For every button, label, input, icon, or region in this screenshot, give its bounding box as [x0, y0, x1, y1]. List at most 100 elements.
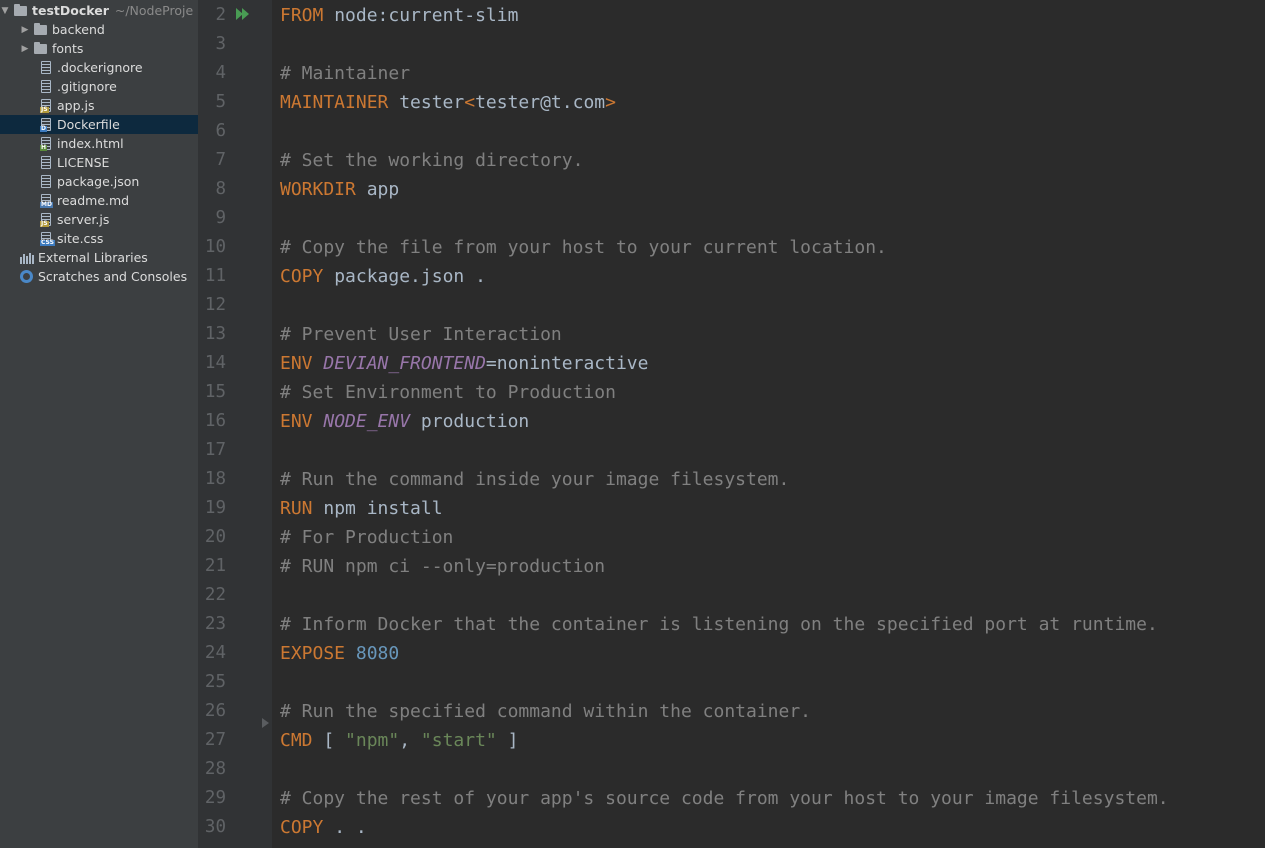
tree-item-app-js[interactable]: JS app.js: [0, 96, 198, 115]
code-line[interactable]: MAINTAINER tester<tester@t.com>: [280, 88, 616, 117]
scratches-icon: [20, 270, 33, 283]
tree-item-label: fonts: [52, 41, 84, 56]
line-number: 29: [204, 788, 226, 808]
code-line[interactable]: # Copy the rest of your app's source cod…: [280, 784, 1169, 813]
tree-item-site-css[interactable]: CSS site.css: [0, 229, 198, 248]
line-number: 6: [215, 121, 226, 141]
code-comment: # For Production: [280, 527, 454, 548]
tree-item-external-libraries[interactable]: External Libraries: [0, 248, 198, 267]
code-line[interactable]: EXPOSE 8080: [280, 639, 399, 668]
code-comment: # Run the specified command within the c…: [280, 701, 812, 722]
tree-item-label: backend: [52, 22, 105, 37]
code-line[interactable]: CMD [ "npm", "start" ]: [280, 726, 518, 755]
tree-item-dockerfile[interactable]: D Dockerfile: [0, 115, 198, 134]
file-icon: JS: [40, 99, 51, 113]
code-line[interactable]: # Run the command inside your image file…: [280, 465, 789, 494]
tree-item-fonts[interactable]: ▶ fonts: [0, 39, 198, 58]
code-comment: # Copy the rest of your app's source cod…: [280, 788, 1169, 809]
chevron-right-icon[interactable]: ▶: [20, 25, 30, 35]
tree-item-label: readme.md: [57, 193, 130, 208]
code-text: app: [355, 179, 400, 200]
line-number: 23: [204, 614, 226, 634]
library-icon: [20, 252, 34, 264]
line-number: 24: [204, 643, 226, 663]
code-line[interactable]: RUN npm install: [280, 494, 443, 523]
code-keyword: FROM: [280, 5, 324, 26]
tree-item-license[interactable]: LICENSE: [0, 153, 198, 172]
chevron-right-icon[interactable]: ▶: [20, 44, 30, 54]
file-type-badge: H: [40, 144, 48, 151]
line-number: 3: [215, 34, 226, 54]
code-line[interactable]: ENV DEVIAN_FRONTEND=noninteractive: [280, 349, 648, 378]
tree-item-label: Scratches and Consoles: [38, 269, 188, 284]
file-icon: [41, 175, 51, 188]
folder-icon: [14, 3, 27, 16]
code-text: tester@t.com: [475, 92, 606, 113]
tree-item-readme-md[interactable]: MD readme.md: [0, 191, 198, 210]
code-line[interactable]: # Prevent User Interaction: [280, 320, 562, 349]
project-name: testDocker: [32, 3, 109, 18]
line-number: 16: [204, 411, 226, 431]
file-icon: MD: [40, 194, 53, 208]
chevron-down-icon[interactable]: ▼: [0, 6, 10, 16]
code-line[interactable]: # Run the specified command within the c…: [280, 697, 811, 726]
code-line[interactable]: COPY package.json .: [280, 262, 486, 291]
line-number: 4: [215, 63, 226, 83]
code-env-variable: DEVIAN_FRONTEND: [323, 353, 486, 374]
tree-item-index-html[interactable]: Hindex.html: [0, 134, 198, 153]
tree-root-testdocker[interactable]: ▼ testDocker ~/NodeProje: [0, 1, 198, 20]
code-line[interactable]: # For Production: [280, 523, 453, 552]
line-number: 22: [204, 585, 226, 605]
line-number: 18: [204, 469, 226, 489]
code-line[interactable]: # Inform Docker that the container is li…: [280, 610, 1158, 639]
line-number: 9: [215, 208, 226, 228]
code-text: production: [410, 411, 530, 432]
code-keyword: ENV: [280, 353, 313, 374]
file-icon: JS: [40, 213, 51, 227]
code-line[interactable]: FROM node:current-slim: [280, 1, 518, 30]
code-line[interactable]: WORKDIR app: [280, 175, 399, 204]
code-keyword: ENV: [280, 411, 313, 432]
code-line[interactable]: # Copy the file from your host to your c…: [280, 233, 887, 262]
code-comment: # Set the working directory.: [280, 150, 584, 171]
fold-marker-icon[interactable]: [262, 718, 269, 728]
code-line[interactable]: # RUN npm ci --only=production: [280, 552, 605, 581]
code-comment: # RUN npm ci --only=production: [280, 556, 606, 577]
code-comment: # Set Environment to Production: [280, 382, 616, 403]
file-icon: CSS: [40, 232, 55, 246]
tree-item-dockerignore[interactable]: .dockerignore: [0, 58, 198, 77]
code-env-variable: NODE_ENV: [323, 411, 411, 432]
code-line[interactable]: ENV NODE_ENV production: [280, 407, 529, 436]
run-icon[interactable]: [236, 8, 250, 22]
file-icon: D: [40, 118, 51, 132]
folder-icon: [34, 41, 47, 54]
code-line[interactable]: # Maintainer: [280, 59, 410, 88]
code-line[interactable]: COPY . .: [280, 813, 367, 842]
code-keyword: EXPOSE: [280, 643, 346, 664]
tree-item-label: app.js: [57, 98, 95, 113]
line-number: 19: [204, 498, 226, 518]
file-type-badge: JS: [40, 106, 49, 113]
line-number: 11: [204, 266, 226, 286]
tree-item-gitignore[interactable]: .gitignore: [0, 77, 198, 96]
tree-item-label: index.html: [57, 136, 124, 151]
tree-item-server-js[interactable]: JS server.js: [0, 210, 198, 229]
code-string: "npm": [345, 730, 400, 751]
line-number: 15: [204, 382, 226, 402]
code-keyword: WORKDIR: [280, 179, 356, 200]
code-line[interactable]: # Set the working directory.: [280, 146, 583, 175]
code-comment: # Run the command inside your image file…: [280, 469, 790, 490]
code-line[interactable]: # Set Environment to Production: [280, 378, 616, 407]
file-icon: [41, 61, 51, 74]
file-type-badge: MD: [40, 201, 53, 208]
project-tree: ▼ testDocker ~/NodeProje ▶ backend ▶ fonts.…: [0, 0, 198, 848]
line-number: 28: [204, 759, 226, 779]
line-number: 7: [215, 150, 226, 170]
code-editor[interactable]: FROM node:current-slim # Maintainer MAINTA…: [272, 0, 1265, 848]
tree-item-package-json[interactable]: package.json: [0, 172, 198, 191]
tree-item-backend[interactable]: ▶ backend: [0, 20, 198, 39]
code-text: tester: [388, 92, 465, 113]
tree-item-scratches[interactable]: Scratches and Consoles: [0, 267, 198, 286]
line-number: 14: [204, 353, 226, 373]
